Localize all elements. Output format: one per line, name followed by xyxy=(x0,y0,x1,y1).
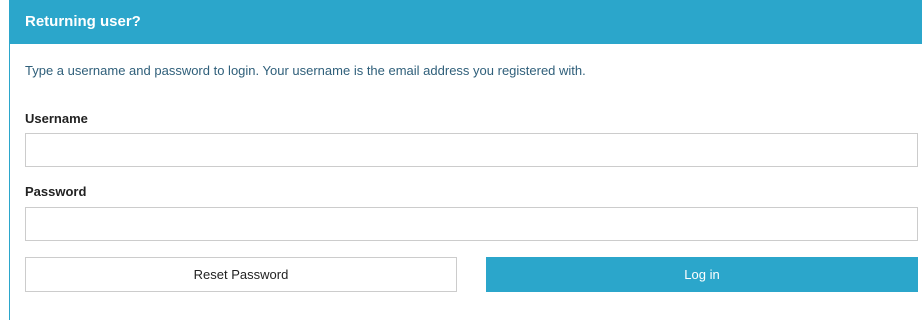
login-panel: Returning user? Type a username and pass… xyxy=(9,0,922,320)
password-input[interactable] xyxy=(25,207,918,241)
intro-text: Type a username and password to login. Y… xyxy=(25,63,586,78)
panel-title: Returning user? xyxy=(25,13,141,30)
username-label: Username xyxy=(25,111,88,126)
password-label: Password xyxy=(25,184,87,199)
panel-header: Returning user? xyxy=(10,0,922,44)
login-button[interactable]: Log in xyxy=(486,257,918,292)
username-input[interactable] xyxy=(25,133,918,167)
reset-password-button[interactable]: Reset Password xyxy=(25,257,457,292)
